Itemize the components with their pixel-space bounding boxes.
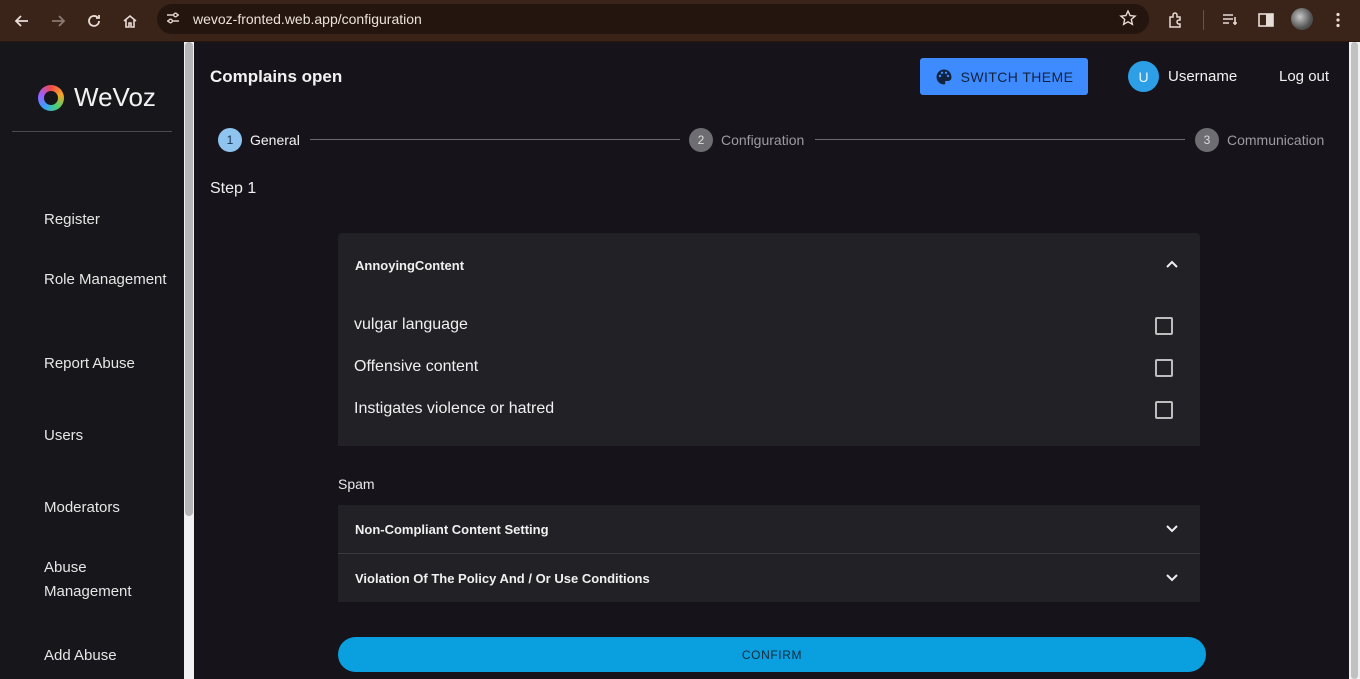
option-label: vulgar language (354, 316, 468, 333)
switch-theme-button[interactable]: SWITCH THEME (920, 58, 1088, 95)
panel-title: Non-Compliant Content Setting (355, 522, 549, 537)
sidebar-item-role-management[interactable]: Role Management (44, 268, 174, 292)
offensive-content-checkbox[interactable] (1155, 359, 1173, 377)
sidebar-divider (12, 131, 172, 132)
vulgar-language-checkbox[interactable] (1155, 317, 1173, 335)
sidebar-scroll-thumb[interactable] (185, 42, 193, 516)
panel-title[interactable]: AnnoyingContent (355, 258, 464, 273)
step-3-label[interactable]: Communication (1227, 132, 1324, 148)
brand-name: WeVoz (74, 82, 156, 112)
site-settings-icon[interactable] (165, 10, 181, 31)
side-panel-icon[interactable] (1254, 8, 1278, 32)
non-compliant-content-panel[interactable]: Non-Compliant Content Setting (338, 505, 1200, 553)
sidebar-item-register[interactable]: Register (44, 208, 174, 232)
annoying-content-panel: AnnoyingContent vulgar language Offensiv… (338, 233, 1200, 446)
step-connector (310, 139, 680, 140)
step-1-label[interactable]: General (250, 132, 300, 148)
brand-logo[interactable]: WeVoz (38, 82, 156, 113)
reading-list-icon[interactable] (1218, 8, 1242, 32)
url-text: wevoz-fronted.web.app/configuration (193, 11, 422, 27)
page-title: Complains open (210, 67, 343, 86)
panel-title: Violation Of The Policy And / Or Use Con… (355, 571, 650, 586)
forward-arrow-icon[interactable] (45, 8, 71, 34)
reload-icon[interactable] (81, 8, 107, 34)
profile-avatar[interactable] (1291, 8, 1313, 30)
sidebar: WeVoz Register Role Management Report Ab… (0, 42, 184, 679)
switch-theme-label: SWITCH THEME (960, 68, 1074, 85)
home-icon[interactable] (117, 8, 143, 34)
user-avatar[interactable]: U (1128, 61, 1159, 92)
sidebar-item-report-abuse[interactable]: Report Abuse (44, 352, 174, 376)
step-2-indicator[interactable]: 2 (689, 128, 713, 152)
step-3-indicator[interactable]: 3 (1195, 128, 1219, 152)
toolbar-divider (1203, 10, 1204, 30)
sidebar-item-add-abuse[interactable]: Add Abuse (44, 644, 174, 668)
instigates-violence-checkbox[interactable] (1155, 401, 1173, 419)
logout-link[interactable]: Log out (1279, 68, 1329, 85)
wevoz-logo-icon (38, 84, 64, 111)
option-label: Instigates violence or hatred (354, 400, 555, 417)
username-label[interactable]: Username (1168, 68, 1237, 85)
step-heading: Step 1 (210, 180, 257, 197)
browser-menu-icon[interactable] (1326, 8, 1350, 32)
page-scroll-thumb[interactable] (1351, 42, 1358, 679)
chevron-down-icon[interactable] (1164, 521, 1180, 537)
bookmark-star-icon[interactable] (1119, 9, 1137, 32)
chevron-down-icon[interactable] (1164, 570, 1180, 586)
option-label: Offensive content (354, 358, 479, 375)
extensions-icon[interactable] (1164, 8, 1188, 32)
sidebar-item-users[interactable]: Users (44, 424, 174, 448)
spam-section-label: Spam (338, 476, 375, 492)
sidebar-item-moderators[interactable]: Moderators (44, 496, 174, 520)
step-1-indicator[interactable]: 1 (218, 128, 242, 152)
back-arrow-icon[interactable] (9, 8, 35, 34)
step-2-label[interactable]: Configuration (721, 132, 804, 148)
step-connector (815, 139, 1185, 140)
browser-toolbar: wevoz-fronted.web.app/configuration (0, 0, 1360, 42)
palette-icon (935, 68, 953, 86)
confirm-button[interactable]: CONFIRM (338, 637, 1206, 672)
main-content: Complains open SWITCH THEME U Username L… (194, 42, 1349, 679)
policy-violation-panel[interactable]: Violation Of The Policy And / Or Use Con… (338, 554, 1200, 602)
chevron-up-icon[interactable] (1164, 256, 1180, 272)
address-bar[interactable]: wevoz-fronted.web.app/configuration (157, 4, 1149, 34)
sidebar-item-abuse-management[interactable]: Abuse Management (44, 556, 174, 604)
